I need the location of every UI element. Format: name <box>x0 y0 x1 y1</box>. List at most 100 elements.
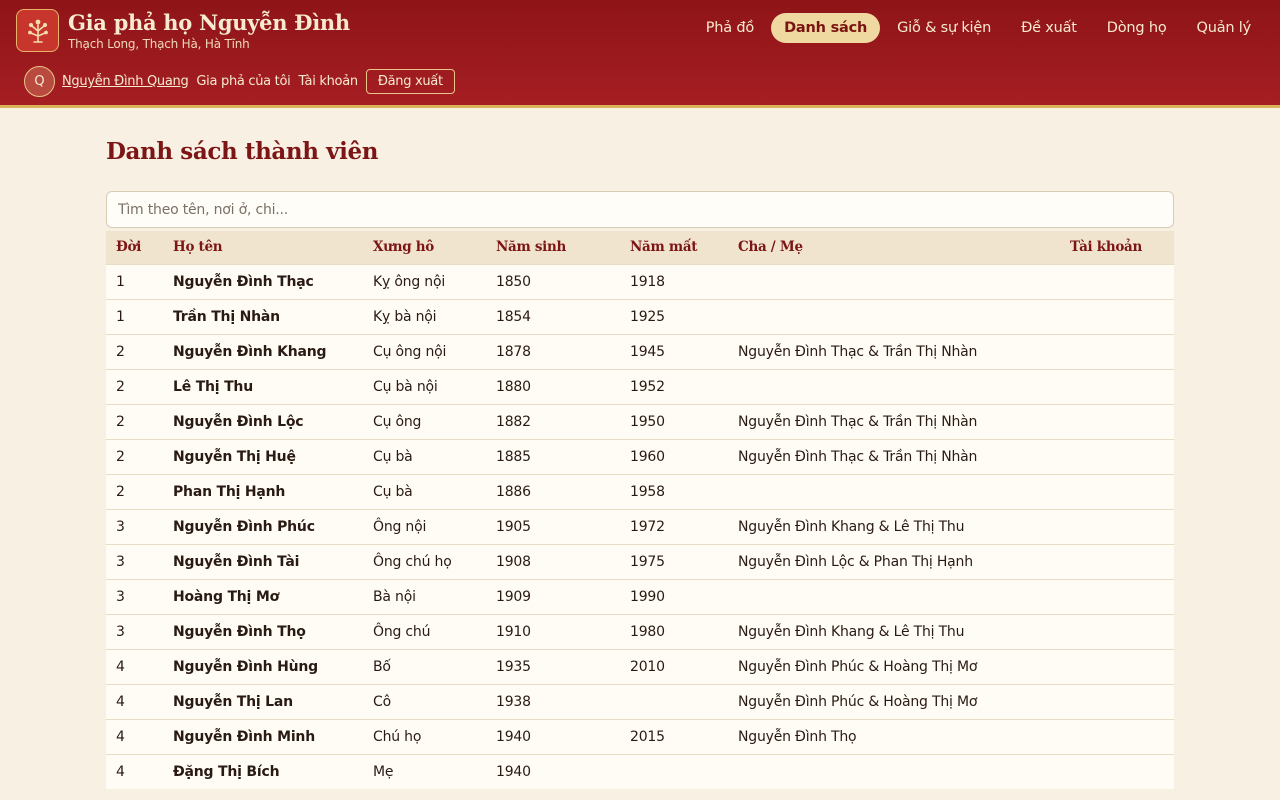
cell-parents <box>728 753 1060 789</box>
cell-death-year <box>620 753 728 789</box>
brand[interactable]: Gia phả họ Nguyễn Đình Thạch Long, Thạch… <box>16 9 350 52</box>
cell-generation: 3 <box>106 613 163 649</box>
cell-name[interactable]: Nguyễn Thị Huệ <box>163 438 363 474</box>
cell-generation: 1 <box>106 298 163 334</box>
cell-birth-year: 1880 <box>486 368 620 404</box>
cell-title: Kỵ ông nội <box>363 263 486 299</box>
cell-death-year: 1925 <box>620 298 728 334</box>
cell-name[interactable]: Phan Thị Hạnh <box>163 473 363 509</box>
search-input[interactable] <box>106 191 1174 228</box>
cell-death-year: 2010 <box>620 648 728 684</box>
top-header: Gia phả họ Nguyễn Đình Thạch Long, Thạch… <box>0 0 1280 108</box>
cell-generation: 2 <box>106 403 163 439</box>
cell-death-year: 1972 <box>620 508 728 544</box>
site-subtitle: Thạch Long, Thạch Hà, Hà Tĩnh <box>68 37 250 51</box>
cell-generation: 3 <box>106 508 163 544</box>
cell-parents: Nguyễn Đình Thạc & Trần Thị Nhàn <box>728 438 1060 474</box>
cell-death-year: 1950 <box>620 403 728 439</box>
table-row[interactable]: 3 Hoàng Thị Mơ Bà nội 1909 1990 <box>106 578 1174 614</box>
cell-generation: 4 <box>106 648 163 684</box>
cell-name[interactable]: Nguyễn Thị Lan <box>163 683 363 719</box>
cell-name[interactable]: Đặng Thị Bích <box>163 753 363 789</box>
logout-button[interactable]: Đăng xuất <box>365 69 455 94</box>
cell-name[interactable]: Nguyễn Đình Minh <box>163 718 363 754</box>
avatar[interactable]: Q <box>24 66 55 97</box>
cell-parents: Nguyễn Đình Phúc & Hoàng Thị Mơ <box>728 648 1060 684</box>
cell-death-year: 1952 <box>620 368 728 404</box>
cell-generation: 4 <box>106 718 163 754</box>
nav-item-danh-sach[interactable]: Danh sách <box>771 13 881 43</box>
cell-account <box>1060 753 1174 789</box>
col-header-parents[interactable]: Cha / Mẹ <box>728 231 1060 264</box>
cell-parents <box>728 473 1060 509</box>
col-header-name[interactable]: Họ tên <box>163 231 363 264</box>
cell-title: Cụ ông <box>363 403 486 439</box>
col-header-generation[interactable]: Đời <box>106 231 163 264</box>
table-row[interactable]: 3 Nguyễn Đình Phúc Ông nội 1905 1972 Nguyễn Đ… <box>106 508 1174 544</box>
cell-birth-year: 1940 <box>486 718 620 754</box>
cell-name[interactable]: Lê Thị Thu <box>163 368 363 404</box>
nav-item-pha-do[interactable]: Phả đồ <box>693 13 767 43</box>
cell-title: Ông chú họ <box>363 543 486 579</box>
cell-title: Bố <box>363 648 486 684</box>
cell-generation: 3 <box>106 578 163 614</box>
cell-parents <box>728 368 1060 404</box>
cell-birth-year: 1935 <box>486 648 620 684</box>
cell-birth-year: 1854 <box>486 298 620 334</box>
cell-account <box>1060 543 1174 579</box>
cell-account <box>1060 718 1174 754</box>
nav-item-de-xuat[interactable]: Đề xuất <box>1008 13 1090 43</box>
col-header-birth-year[interactable]: Năm sinh <box>486 231 620 264</box>
members-table: Đời Họ tên Xưng hô Năm sinh Năm mất Cha … <box>106 231 1174 789</box>
table-row[interactable]: 4 Nguyễn Đình Hùng Bố 1935 2010 Nguyễn Đình P… <box>106 648 1174 684</box>
table-row[interactable]: 2 Lê Thị Thu Cụ bà nội 1880 1952 <box>106 368 1174 404</box>
cell-parents <box>728 578 1060 614</box>
table-row[interactable]: 4 Nguyễn Đình Minh Chú họ 1940 2015 Nguyễn Đì… <box>106 718 1174 754</box>
cell-parents: Nguyễn Đình Khang & Lê Thị Thu <box>728 613 1060 649</box>
cell-name[interactable]: Nguyễn Đình Khang <box>163 333 363 369</box>
cell-name[interactable]: Hoàng Thị Mơ <box>163 578 363 614</box>
cell-death-year: 1958 <box>620 473 728 509</box>
table-row[interactable]: 2 Nguyễn Thị Huệ Cụ bà 1885 1960 Nguyễn Đình … <box>106 438 1174 474</box>
cell-account <box>1060 648 1174 684</box>
table-row[interactable]: 3 Nguyễn Đình Thọ Ông chú 1910 1980 Nguyễn Đì… <box>106 613 1174 649</box>
cell-name[interactable]: Nguyễn Đình Lộc <box>163 403 363 439</box>
cell-death-year: 1960 <box>620 438 728 474</box>
cell-title: Mẹ <box>363 753 486 789</box>
my-tree-link[interactable]: Gia phả của tôi <box>196 74 290 89</box>
table-row[interactable]: 2 Nguyễn Đình Khang Cụ ông nội 1878 1945 Nguy… <box>106 333 1174 369</box>
cell-name[interactable]: Trần Thị Nhàn <box>163 298 363 334</box>
nav-item-gio-su-kien[interactable]: Giỗ & sự kiện <box>884 13 1004 43</box>
col-header-death-year[interactable]: Năm mất <box>620 231 728 264</box>
cell-name[interactable]: Nguyễn Đình Hùng <box>163 648 363 684</box>
col-header-account[interactable]: Tài khoản <box>1060 231 1174 264</box>
cell-death-year: 1945 <box>620 333 728 369</box>
cell-name[interactable]: Nguyễn Đình Tài <box>163 543 363 579</box>
cell-birth-year: 1886 <box>486 473 620 509</box>
user-name-link[interactable]: Nguyễn Đình Quang <box>62 74 189 89</box>
cell-title: Bà nội <box>363 578 486 614</box>
cell-name[interactable]: Nguyễn Đình Phúc <box>163 508 363 544</box>
cell-birth-year: 1908 <box>486 543 620 579</box>
cell-death-year: 2015 <box>620 718 728 754</box>
cell-title: Ông nội <box>363 508 486 544</box>
cell-birth-year: 1909 <box>486 578 620 614</box>
cell-title: Ông chú <box>363 613 486 649</box>
cell-death-year: 1918 <box>620 263 728 299</box>
cell-name[interactable]: Nguyễn Đình Thọ <box>163 613 363 649</box>
col-header-title[interactable]: Xưng hô <box>363 231 486 264</box>
cell-account <box>1060 298 1174 334</box>
cell-account <box>1060 263 1174 299</box>
table-row[interactable]: 1 Trần Thị Nhàn Kỵ bà nội 1854 1925 <box>106 298 1174 334</box>
table-row[interactable]: 2 Nguyễn Đình Lộc Cụ ông 1882 1950 Nguyễn Đìn… <box>106 403 1174 439</box>
table-row[interactable]: 4 Nguyễn Thị Lan Cô 1938 Nguyễn Đình Phúc & … <box>106 683 1174 719</box>
table-row[interactable]: 3 Nguyễn Đình Tài Ông chú họ 1908 1975 Nguyễn… <box>106 543 1174 579</box>
table-row[interactable]: 1 Nguyễn Đình Thạc Kỵ ông nội 1850 1918 <box>106 263 1174 299</box>
nav-item-dong-ho[interactable]: Dòng họ <box>1094 13 1180 43</box>
nav-item-quan-ly[interactable]: Quản lý <box>1184 13 1265 43</box>
table-row[interactable]: 4 Đặng Thị Bích Mẹ 1940 <box>106 753 1174 789</box>
account-link[interactable]: Tài khoản <box>298 74 358 89</box>
cell-birth-year: 1878 <box>486 333 620 369</box>
cell-name[interactable]: Nguyễn Đình Thạc <box>163 263 363 299</box>
table-row[interactable]: 2 Phan Thị Hạnh Cụ bà 1886 1958 <box>106 473 1174 509</box>
